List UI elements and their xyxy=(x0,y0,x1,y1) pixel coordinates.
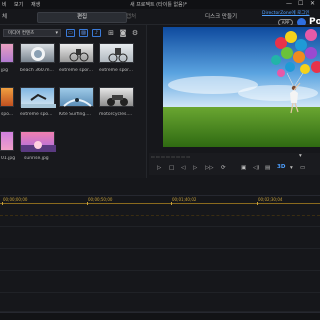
timeline-track[interactable] xyxy=(0,249,320,271)
timeline-mark: 00;00;00;00 xyxy=(3,197,28,202)
media-label: sunrise.jpg xyxy=(24,156,49,161)
video-filter-icon[interactable]: ▭ xyxy=(66,29,75,37)
media-thumbnail[interactable] xyxy=(0,87,14,107)
timeline-mark: 00;00;50;00 xyxy=(88,197,113,202)
rider-thumb-art xyxy=(69,49,89,62)
3d-toggle[interactable]: 3D xyxy=(277,164,285,170)
beach-thumb-art xyxy=(31,47,45,61)
media-thumbnail[interactable] xyxy=(99,87,134,107)
fullscreen-icon[interactable]: ▭ xyxy=(300,165,305,171)
tab-edit[interactable]: 편집 xyxy=(37,12,127,23)
fast-forward-icon[interactable]: ▷▷ xyxy=(205,165,213,171)
timecode-area: ▭ ▭ ▭ ▭ ▭ ▭ ▭ ▭ xyxy=(151,154,191,159)
track-line xyxy=(0,215,320,216)
bike-thumb-art xyxy=(108,48,128,63)
close-icon[interactable]: ✕ xyxy=(310,0,315,7)
menu-playback[interactable]: 재생 xyxy=(31,1,40,8)
audio-filter-icon[interactable]: ♪ xyxy=(92,29,101,37)
sunrise-thumb-art xyxy=(21,141,56,152)
timeline-track[interactable] xyxy=(0,227,320,249)
menu-view[interactable]: 보기 xyxy=(14,1,23,8)
media-thumbnail[interactable] xyxy=(0,43,14,63)
preview-panel: ▭ ▭ ▭ ▭ ▭ ▭ ▭ ▭ ▾ ▷ □ ◁ ▷ ▷▷ ⟳ ▣ ◁) ▤ 3D… xyxy=(146,25,320,178)
playback-controls: ▭ ▭ ▭ ▭ ▭ ▭ ▭ ▭ ▾ ▷ □ ◁ ▷ ▷▷ ⟳ ▣ ◁) ▤ 3D… xyxy=(149,153,320,175)
timeline-track[interactable] xyxy=(0,205,320,227)
quality-icon[interactable]: ▤ xyxy=(265,165,270,171)
menu-file[interactable]: 비 xyxy=(2,1,7,8)
mode-bar: 체 편집 캡처 디스크 만들기 DirectorZone에 로그인 APP Po xyxy=(0,9,320,27)
preview-video[interactable] xyxy=(163,27,320,147)
kite-thumb-art xyxy=(63,98,92,107)
window-title: 새 프로젝트 (타이틀 없음)* xyxy=(130,2,188,8)
media-thumbnail[interactable] xyxy=(20,87,56,108)
plugin-icon[interactable]: ⊞ xyxy=(107,29,115,37)
media-label: extreme spor... xyxy=(99,68,133,73)
timeline-track[interactable] xyxy=(0,293,320,312)
image-filter-icon[interactable]: ▨ xyxy=(79,29,88,37)
moto-thumb-art xyxy=(107,95,128,106)
media-thumbnail[interactable] xyxy=(0,131,14,151)
media-library: 미디어 컨텐츠 ▾ ▭ ▨ ♪ ⊞ ◙ ⚙ jpg beach 360.m...… xyxy=(0,25,146,178)
volume-icon[interactable]: ◁) xyxy=(253,165,259,171)
jump-thumb-art xyxy=(21,93,56,108)
minimize-icon[interactable]: — xyxy=(286,0,292,7)
loop-icon[interactable]: ⟳ xyxy=(221,165,226,171)
timeline-ruler[interactable]: 00;00;00;00 00;00;50;00 00;01;40;02 00;0… xyxy=(0,195,320,205)
tab-create-disc[interactable]: 디스크 만들기 xyxy=(205,12,237,20)
chevron-down-icon[interactable]: ▾ xyxy=(290,165,293,171)
timeline-mark: 00;02;30;04 xyxy=(258,197,283,202)
prev-frame-icon[interactable]: ◁ xyxy=(181,165,185,171)
media-label: beach 360.m... xyxy=(20,68,54,73)
settings-icon[interactable]: ⚙ xyxy=(131,29,139,37)
preview-frame-art xyxy=(163,27,320,147)
chevron-down-icon: ▾ xyxy=(55,30,58,36)
tab-capture[interactable]: 캡처 xyxy=(126,12,136,20)
media-label: Kite Surfing.... xyxy=(59,112,91,117)
media-thumbnail[interactable] xyxy=(99,43,134,63)
media-type-dropdown[interactable]: 미디어 컨텐츠 ▾ xyxy=(3,29,61,37)
media-thumbnail[interactable] xyxy=(59,43,94,63)
stop-icon[interactable]: □ xyxy=(169,165,174,171)
play-icon[interactable]: ▷ xyxy=(157,165,161,171)
maximize-icon[interactable]: ☐ xyxy=(298,0,303,7)
tab-overview[interactable]: 체 xyxy=(2,12,7,20)
snapshot-icon[interactable]: ▣ xyxy=(241,165,246,171)
menu-bar: 비 보기 재생 새 프로젝트 (타이틀 없음)* — ☐ ✕ xyxy=(0,0,320,9)
media-type-value: 미디어 컨텐츠 xyxy=(8,31,35,36)
timeline-track[interactable] xyxy=(0,271,320,293)
media-thumbnail[interactable] xyxy=(20,131,56,152)
directorzone-login-link[interactable]: DirectorZone에 로그인 xyxy=(262,10,310,16)
media-label: extreme spor... xyxy=(59,68,93,73)
bottom-status-bar xyxy=(0,312,320,320)
media-label: extreme spo... xyxy=(20,112,53,117)
next-frame-icon[interactable]: ▷ xyxy=(193,165,197,171)
camera-icon[interactable]: ◙ xyxy=(119,29,127,37)
library-toolbar: 미디어 컨텐츠 ▾ ▭ ▨ ♪ ⊞ ◙ ⚙ xyxy=(0,27,146,38)
media-thumbnail[interactable] xyxy=(59,87,94,107)
timeline-mark: 00;01;40;02 xyxy=(172,197,197,202)
dropdown-icon[interactable]: ▾ xyxy=(299,153,302,159)
media-label: motorcycles.... xyxy=(99,112,133,117)
media-thumbnail[interactable] xyxy=(20,43,55,63)
